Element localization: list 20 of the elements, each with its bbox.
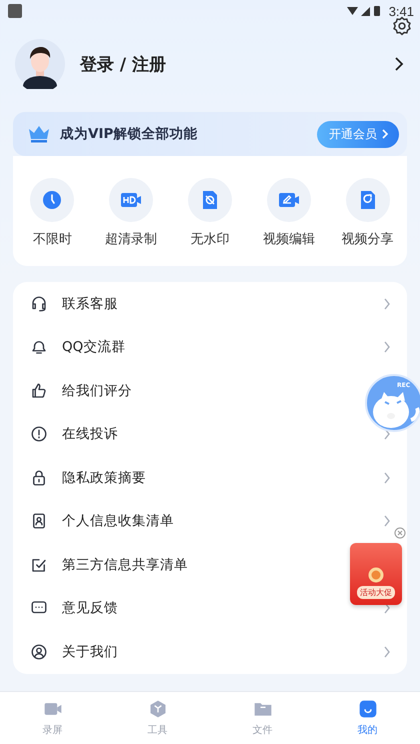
feature-label: 视频分享 (342, 231, 394, 248)
nav-tab[interactable]: 我的 (315, 692, 420, 744)
vip-promo-text: 成为VIP解锁全部功能 (60, 125, 198, 143)
feature-label: 无水印 (190, 231, 230, 248)
feature-label: 视频编辑 (262, 231, 315, 248)
menu-item[interactable]: 给我们评分 (62, 382, 132, 400)
menu-item[interactable]: 隐私政策摘要 (62, 468, 146, 487)
menu-item[interactable]: 意见反馈 (62, 599, 118, 618)
menu-item[interactable]: 第三方信息共享清单 (62, 556, 188, 574)
menu-item[interactable]: 关于我们 (62, 642, 118, 661)
menu-item[interactable]: 联系客服 (62, 294, 118, 313)
login-register-link[interactable]: 登录 / 注册 (80, 52, 377, 76)
menu-item[interactable]: 个人信息收集清单 (62, 512, 174, 530)
promo-label: 活动大促 (357, 586, 395, 599)
feature-label: 不限时 (32, 231, 72, 248)
menu-item[interactable]: QQ交流群 (62, 338, 126, 356)
promo-badge[interactable]: 活动大促 (350, 543, 402, 605)
feature-label: 超清录制 (105, 231, 158, 248)
menu-item[interactable]: 在线投诉 (62, 425, 118, 444)
status-time: 3:41 (388, 4, 414, 18)
